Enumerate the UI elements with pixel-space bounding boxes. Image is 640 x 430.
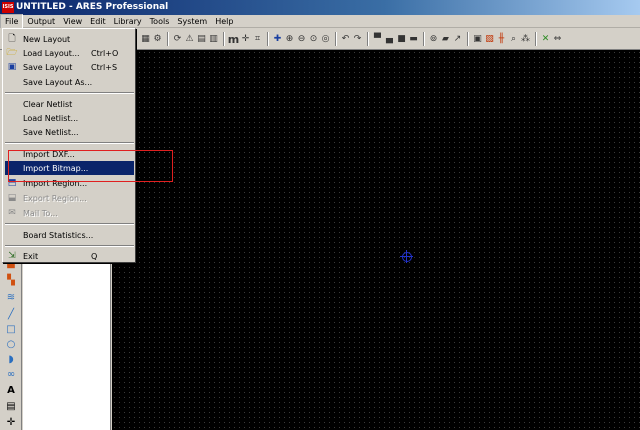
menu-item-load-netlist[interactable]: Load Netlist... (5, 111, 134, 125)
menu-system[interactable]: System (173, 15, 211, 28)
menu-item-mail-to[interactable]: ✉ Mail To... (5, 206, 134, 220)
title-bar: ISIS UNTITLED - ARES Professional (0, 0, 640, 15)
menu-item-load-layout[interactable]: 🗁 Load Layout... Ctrl+O (5, 46, 134, 60)
exit-icon: ⇲ (8, 251, 16, 261)
menu-library[interactable]: Library (110, 15, 146, 28)
origin-marker (400, 250, 413, 263)
zoom-in-icon[interactable]: ⊕ (284, 33, 295, 45)
editing-canvas[interactable] (112, 50, 640, 430)
menu-file[interactable]: File (0, 13, 24, 29)
menu-item-exit[interactable]: ⇲ Exit Q (5, 249, 134, 263)
symbol-icon[interactable]: ▤ (5, 400, 17, 412)
netlist-icon[interactable]: ⁂ (520, 33, 531, 45)
window-title: UNTITLED - ARES Professional (16, 2, 169, 12)
autoroute-icon[interactable]: ╫ (496, 33, 507, 45)
marker-icon[interactable]: ✛ (5, 416, 17, 428)
line-icon[interactable]: ╱ (5, 308, 17, 320)
layers-icon[interactable]: ≋ (5, 291, 17, 303)
menu-item-save-layout[interactable]: ▣ Save Layout Ctrl+S (5, 60, 134, 74)
highlight-annotation-box (8, 150, 173, 182)
pick-icon[interactable]: ⊚ (428, 33, 439, 45)
settings-icon[interactable]: ⚙ (152, 33, 163, 45)
toolbar-separator (223, 32, 225, 46)
pad-stack-icon[interactable]: ▚ (5, 274, 17, 286)
menu-item-save-netlist[interactable]: Save Netlist... (5, 125, 134, 139)
wizard-icon[interactable]: ⚠ (184, 33, 195, 45)
menu-item-clear-netlist[interactable]: Clear Netlist (5, 97, 134, 111)
toolbar-separator (335, 32, 337, 46)
menu-item-board-statistics[interactable]: Board Statistics... (5, 228, 134, 242)
tool-icon[interactable]: ↗ (452, 33, 463, 45)
block-rotate-icon[interactable]: ■ (396, 33, 407, 45)
block-delete-icon[interactable]: ▬ (408, 33, 419, 45)
redo-icon[interactable]: ↷ (352, 33, 363, 45)
menu-output[interactable]: Output (23, 15, 59, 28)
app-icon: ISIS (2, 2, 14, 13)
power-plane-icon[interactable]: ✕ (540, 33, 551, 45)
table-icon[interactable]: ▤ (196, 33, 207, 45)
menu-separator (5, 142, 134, 144)
toolbar-separator (267, 32, 269, 46)
menu-item-new-layout[interactable]: 🗋 New Layout (5, 32, 134, 46)
realtime-icon[interactable]: ⌗ (252, 33, 263, 45)
menu-item-save-layout-as[interactable]: Save Layout As... (5, 75, 134, 89)
pan-icon[interactable]: ✚ (272, 33, 283, 45)
toolbar-group-edit: ▦ ⚙ ⟳ ⚠ ▤ ▥ m ✛ ⌗ ✚ ⊕ ⊖ ⊙ ◎ ↶ ↷ ▀ ▄ ■ ▬ … (140, 31, 564, 47)
text-icon[interactable]: A (5, 384, 17, 396)
menu-tools[interactable]: Tools (146, 15, 174, 28)
open-folder-icon: 🗁 (6, 48, 18, 58)
menu-separator (5, 245, 134, 247)
origin-icon[interactable]: ✛ (240, 33, 251, 45)
block-copy-icon[interactable]: ▀ (372, 33, 383, 45)
circle-icon[interactable]: ○ (5, 338, 17, 350)
block-move-icon[interactable]: ▄ (384, 33, 395, 45)
grid-icon[interactable]: ▦ (140, 33, 151, 45)
menu-help[interactable]: Help (211, 15, 237, 28)
file-menu-dropdown: 🗋 New Layout 🗁 Load Layout... Ctrl+O ▣ S… (2, 28, 136, 263)
menu-separator (5, 92, 134, 94)
design-rule-icon[interactable]: ▣ (472, 33, 483, 45)
mail-icon: ✉ (8, 208, 16, 218)
zoom-area-icon[interactable]: ◎ (320, 33, 331, 45)
arc-icon[interactable]: ◗ (5, 353, 17, 365)
menu-edit[interactable]: Edit (86, 15, 110, 28)
menu-view[interactable]: View (59, 15, 86, 28)
menu-separator (5, 223, 134, 225)
metric-icon[interactable]: m (228, 33, 239, 46)
refresh-icon[interactable]: ⟳ (172, 33, 183, 45)
toolbar-separator (167, 32, 169, 46)
menu-item-export-region[interactable]: ⬓ Export Region... (5, 191, 134, 205)
chart-icon[interactable]: ▥ (208, 33, 219, 45)
toolbar-separator (467, 32, 469, 46)
ratsnest-icon[interactable]: ▧ (484, 33, 495, 45)
floppy-disk-icon: ▣ (7, 62, 17, 72)
toolbar-separator (423, 32, 425, 46)
export-region-icon: ⬓ (7, 193, 17, 203)
more-tools-icon[interactable]: ⇔ (552, 33, 563, 45)
zoom-all-icon[interactable]: ⊙ (308, 33, 319, 45)
path-icon[interactable]: ∞ (5, 368, 17, 380)
box-icon[interactable]: □ (5, 323, 17, 335)
undo-icon[interactable]: ↶ (340, 33, 351, 45)
toolbar-separator (367, 32, 369, 46)
menu-bar: File Output View Edit Library Tools Syst… (0, 13, 640, 29)
new-document-icon: 🗋 (8, 34, 16, 44)
library-icon[interactable]: ▰ (440, 33, 451, 45)
zoom-out-icon[interactable]: ⊖ (296, 33, 307, 45)
search-icon[interactable]: ⌕ (508, 33, 519, 45)
toolbar-separator (535, 32, 537, 46)
